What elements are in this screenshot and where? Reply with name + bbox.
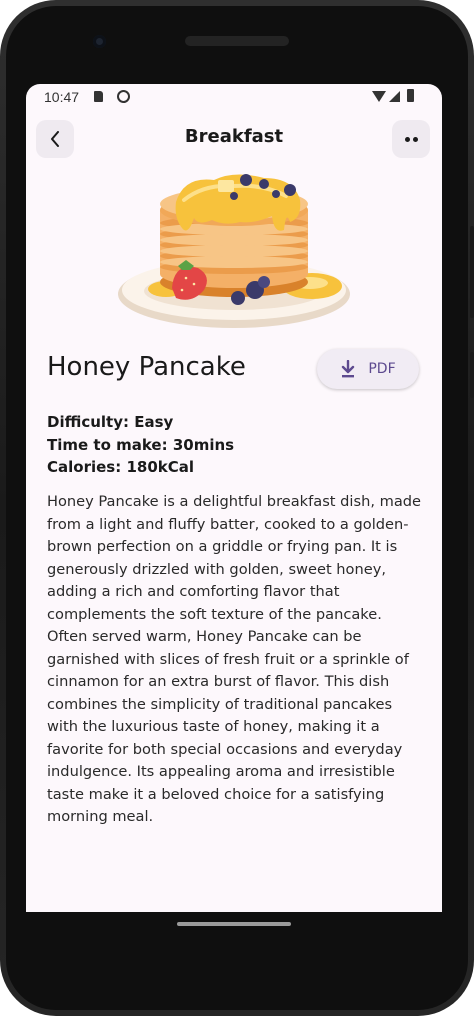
phone-frame: 10:47 Breakfast Honey Pancake PDF Diffic… — [0, 0, 474, 1016]
sync-icon — [117, 90, 130, 103]
pancake-stack-illustration — [118, 174, 350, 328]
power-button — [470, 352, 474, 398]
download-icon — [342, 360, 355, 378]
page-title: Breakfast — [184, 126, 284, 147]
more-options-button[interactable] — [392, 120, 430, 158]
status-time: 10:47 — [44, 89, 80, 105]
difficulty-label: Difficulty: Easy — [47, 413, 174, 431]
recipe-details: Difficulty: Easy Time to make: 30mins Ca… — [47, 411, 234, 479]
volume-button — [470, 226, 474, 318]
recipe-description: Honey Pancake is a delightful breakfast … — [47, 493, 422, 825]
app-screen: 10:47 Breakfast Honey Pancake PDF Diffic… — [26, 84, 442, 912]
status-bar: 10:47 — [26, 84, 442, 110]
battery-icon — [407, 89, 414, 102]
earpiece-speaker — [185, 36, 289, 46]
home-gesture-bar[interactable] — [177, 922, 291, 926]
sd-card-icon — [94, 91, 103, 102]
time-to-make-label: Time to make: 30mins — [47, 435, 235, 454]
download-pdf-button[interactable]: PDF — [317, 349, 419, 389]
front-camera — [93, 35, 106, 48]
more-horizontal-icon — [404, 136, 418, 142]
pdf-button-label: PDF — [368, 361, 396, 377]
wifi-icon — [372, 91, 386, 102]
recipe-title: Honey Pancake — [47, 352, 246, 382]
cell-signal-icon — [389, 91, 400, 102]
calories-label: Calories: 180kCal — [47, 458, 194, 476]
